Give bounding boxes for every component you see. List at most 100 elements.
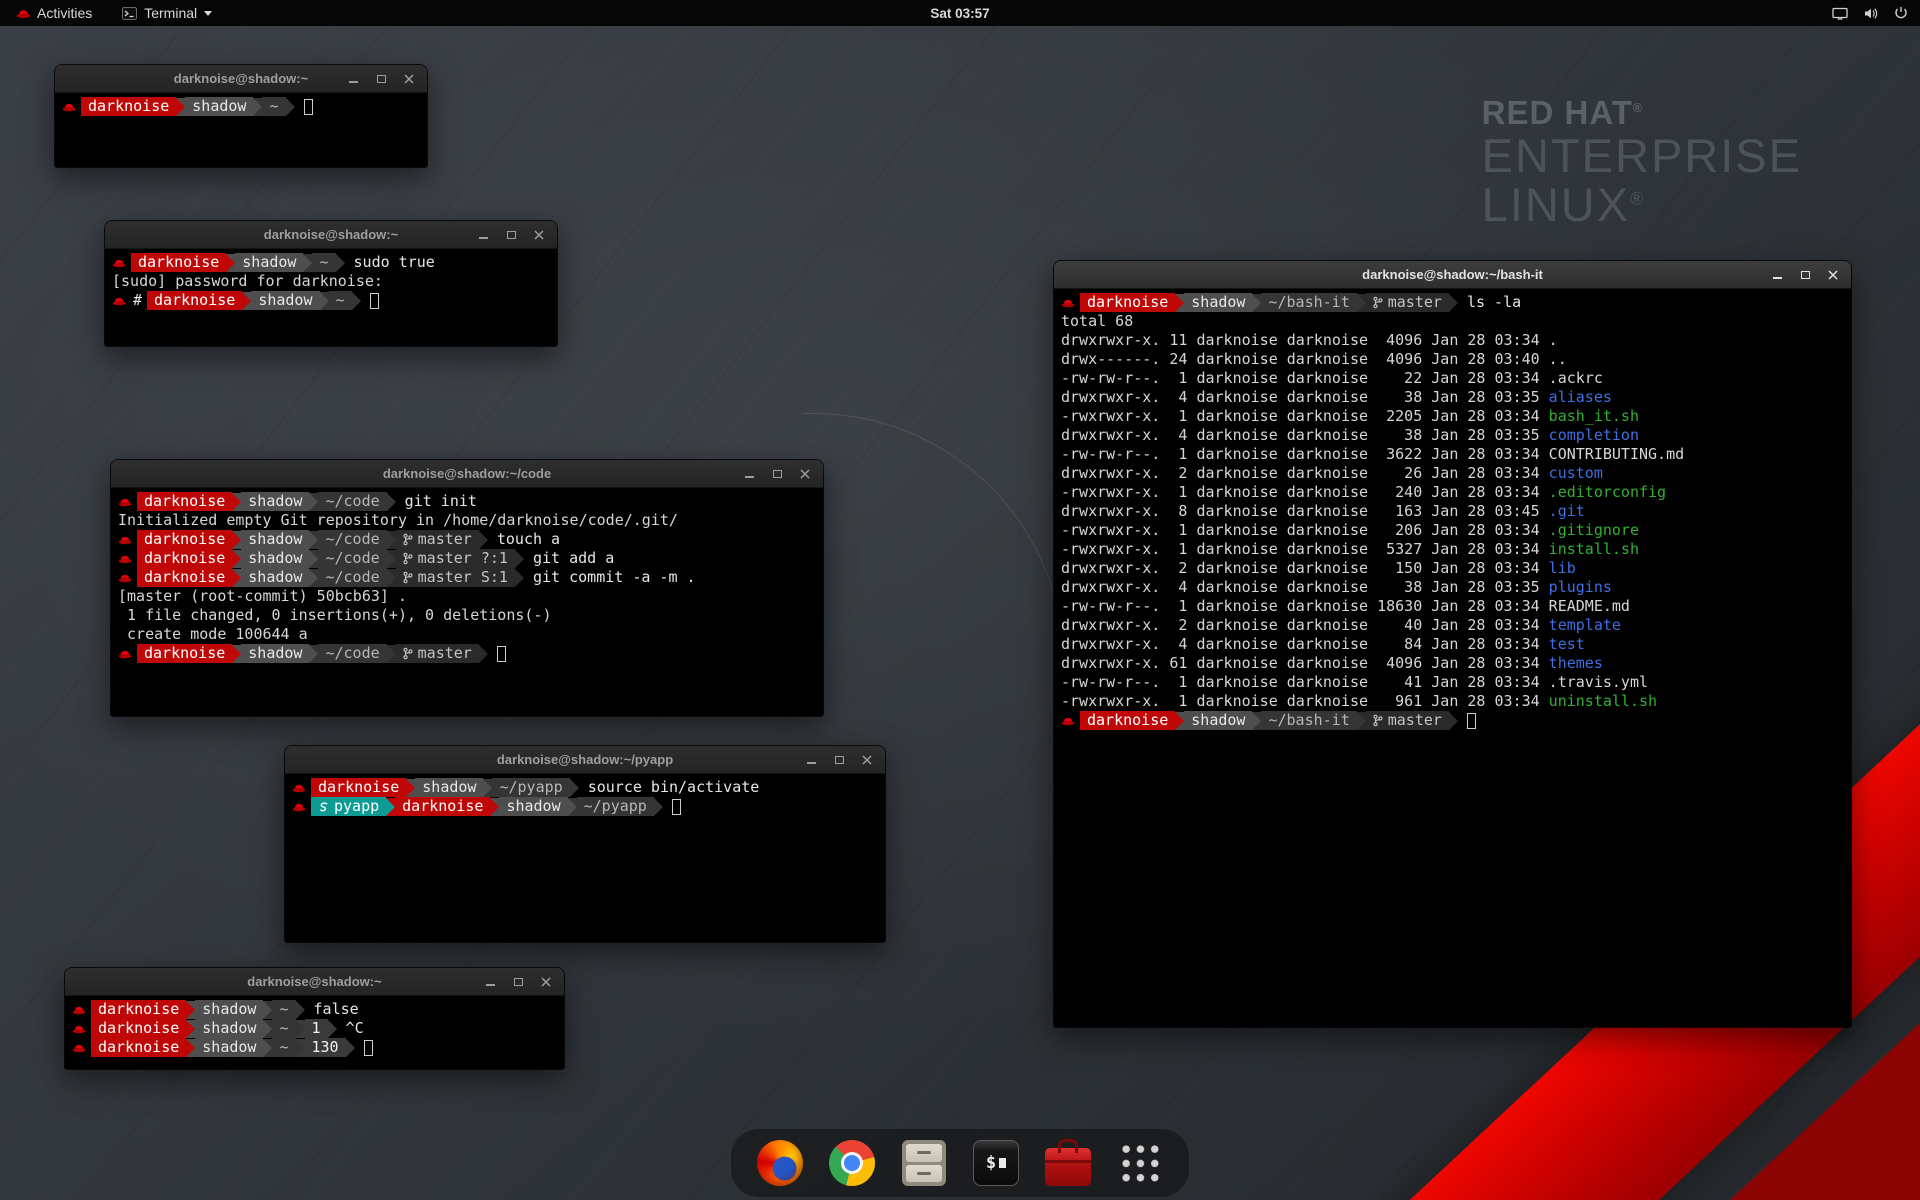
output-text: drwxrwxr-x. 4 darknoise darknoise 38 Jan… <box>1061 426 1549 445</box>
output-line: drwxrwxr-x. 4 darknoise darknoise 38 Jan… <box>1061 426 1844 445</box>
redhat-icon <box>292 782 306 793</box>
filename: CONTRIBUTING.md <box>1549 445 1684 464</box>
output-line: -rw-rw-r--. 1 darknoise darknoise 3622 J… <box>1061 445 1844 464</box>
terminal-cursor <box>304 99 313 115</box>
prompt-segment-path: ~/bash-it <box>1261 293 1356 312</box>
dock-toolbox[interactable] <box>1043 1138 1093 1188</box>
dock-show-applications[interactable] <box>1115 1138 1165 1188</box>
git-branch-icon <box>1373 714 1383 727</box>
titlebar[interactable]: darknoise@shadow:~ <box>105 221 557 249</box>
close-button[interactable] <box>1825 267 1841 283</box>
output-text: drwxrwxr-x. 2 darknoise darknoise 40 Jan… <box>1061 616 1549 635</box>
powerline-arrow <box>263 1039 272 1057</box>
filename: aliases <box>1549 388 1612 407</box>
redhat-icon <box>118 648 132 659</box>
powerline-arrow <box>387 645 396 663</box>
output-line: drwxrwxr-x. 2 darknoise darknoise 40 Jan… <box>1061 616 1844 635</box>
top-bar: Activities Terminal Sat 03:57 <box>0 0 1920 26</box>
output-line: -rwxrwxr-x. 1 darknoise darknoise 5327 J… <box>1061 540 1844 559</box>
terminal-window-sudo[interactable]: darknoise@shadow:~ darknoiseshadow~ sudo… <box>104 220 558 347</box>
caret-down-icon <box>204 11 212 16</box>
prompt-segment-host: shadow <box>195 1038 263 1057</box>
powerline-arrow <box>232 550 241 568</box>
powerline-arrow <box>303 254 312 272</box>
minimize-button[interactable] <box>345 71 361 87</box>
app-grid-icon <box>1119 1142 1162 1185</box>
terminal-content[interactable]: darknoiseshadow~ <box>55 93 427 167</box>
rhel-watermark: RED HAT® ENTERPRISE LINUX® <box>1482 96 1802 229</box>
output-line: drwxrwxr-x. 11 darknoise darknoise 4096 … <box>1061 331 1844 350</box>
prompt-line: darknoiseshadow~130 <box>72 1038 557 1057</box>
dock-firefox[interactable] <box>755 1138 805 1188</box>
terminal-window-code[interactable]: darknoise@shadow:~/code darknoiseshadow~… <box>110 459 824 717</box>
titlebar[interactable]: darknoise@shadow:~ <box>65 968 564 996</box>
filename: . <box>1549 331 1558 350</box>
prompt-segment-path: ~/pyapp <box>577 797 654 816</box>
terminal-content[interactable]: darknoiseshadow~/code git initInitialize… <box>111 488 823 716</box>
dock-terminal[interactable]: $ <box>971 1138 1021 1188</box>
terminal-content[interactable]: darknoiseshadow~ sudo true[sudo] passwor… <box>105 249 557 346</box>
watermark-enterprise: ENTERPRISE <box>1482 131 1802 180</box>
minimize-button[interactable] <box>475 227 491 243</box>
powerline-arrow <box>654 798 663 816</box>
terminal-content[interactable]: darknoiseshadow~/bash-itmaster ls -latot… <box>1054 289 1851 1027</box>
maximize-button[interactable] <box>831 752 847 768</box>
powerline-arrow <box>1357 294 1366 312</box>
titlebar[interactable]: darknoise@shadow:~/pyapp <box>285 746 885 774</box>
prompt-segment-user: darknoise <box>137 644 232 663</box>
powerline-arrow <box>296 1020 305 1038</box>
powerline-arrow <box>186 1039 195 1057</box>
maximize-button[interactable] <box>1797 267 1813 283</box>
dock-files[interactable] <box>899 1138 949 1188</box>
minimize-button[interactable] <box>482 974 498 990</box>
maximize-button[interactable] <box>510 974 526 990</box>
close-icon <box>404 74 414 84</box>
titlebar[interactable]: darknoise@shadow:~/bash-it <box>1054 261 1851 289</box>
powerline-arrow <box>479 645 488 663</box>
output-line: -rw-rw-r--. 1 darknoise darknoise 22 Jan… <box>1061 369 1844 388</box>
output-text: 1 file changed, 0 insertions(+), 0 delet… <box>118 606 551 625</box>
terminal-window-pyapp[interactable]: darknoise@shadow:~/pyapp darknoiseshadow… <box>284 745 886 943</box>
filename: bash_it.sh <box>1549 407 1639 426</box>
minimize-button[interactable] <box>1769 267 1785 283</box>
titlebar[interactable]: darknoise@shadow:~ <box>55 65 427 93</box>
system-status-area[interactable] <box>1832 6 1920 20</box>
prompt-line: darknoiseshadow~/codemaster <box>118 644 816 663</box>
prompt-segment-host: shadow <box>241 492 309 511</box>
powerline-arrow <box>1357 712 1366 730</box>
activities-button[interactable]: Activities <box>8 0 100 26</box>
terminal-window-bash-it[interactable]: darknoise@shadow:~/bash-it darknoiseshad… <box>1053 260 1852 1028</box>
command-text: source bin/activate <box>579 778 760 797</box>
powerline-arrow <box>490 798 499 816</box>
maximize-button[interactable] <box>373 71 389 87</box>
maximize-button[interactable] <box>769 466 785 482</box>
dock-chrome[interactable] <box>827 1138 877 1188</box>
redhat-icon <box>62 101 76 112</box>
output-line: [master (root-commit) 50bcb63] . <box>118 587 816 606</box>
minimize-button[interactable] <box>803 752 819 768</box>
powerline-arrow <box>1175 294 1184 312</box>
close-button[interactable] <box>538 974 554 990</box>
close-button[interactable] <box>531 227 547 243</box>
output-text: -rwxrwxr-x. 1 darknoise darknoise 206 Ja… <box>1061 521 1549 540</box>
terminal-cursor <box>370 293 379 309</box>
maximize-button[interactable] <box>503 227 519 243</box>
titlebar[interactable]: darknoise@shadow:~/code <box>111 460 823 488</box>
git-branch-icon <box>1373 296 1383 309</box>
clock[interactable]: Sat 03:57 <box>0 6 1920 21</box>
prompt-segment-path: ~/code <box>318 492 386 511</box>
terminal-window-home-1[interactable]: darknoise@shadow:~ darknoiseshadow~ <box>54 64 428 168</box>
output-text: create mode 100644 a <box>118 625 308 644</box>
terminal-content[interactable]: darknoiseshadow~ falsedarknoiseshadow~1 … <box>65 996 564 1069</box>
output-line: drwxrwxr-x. 61 darknoise darknoise 4096 … <box>1061 654 1844 673</box>
app-menu-terminal[interactable]: Terminal <box>112 0 222 26</box>
close-button[interactable] <box>859 752 875 768</box>
minimize-button[interactable] <box>741 466 757 482</box>
terminal-content[interactable]: darknoiseshadow~/pyapp source bin/activa… <box>285 774 885 942</box>
prompt-segment-git: master <box>396 644 479 663</box>
terminal-window-home-2[interactable]: darknoise@shadow:~ darknoiseshadow~ fals… <box>64 967 565 1070</box>
close-button[interactable] <box>401 71 417 87</box>
close-button[interactable] <box>797 466 813 482</box>
command-text: ls -la <box>1458 293 1521 312</box>
redhat-icon <box>1061 297 1075 308</box>
